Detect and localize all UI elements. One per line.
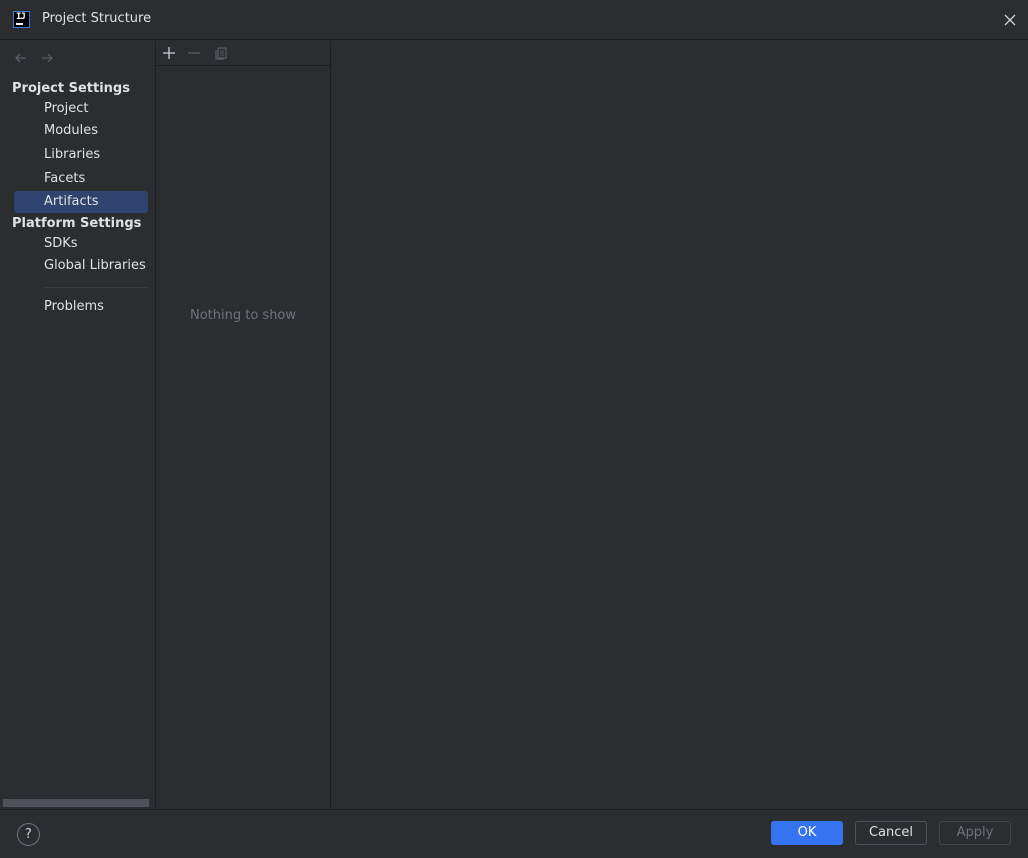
help-button[interactable]: ? [17,823,40,846]
ok-button[interactable]: OK [771,821,843,845]
close-button[interactable] [998,8,1022,32]
copy-icon [215,47,227,60]
title-bar: IJ Project Structure [0,0,1028,40]
window-title: Project Structure [42,11,152,26]
sidebar-divider [44,287,148,288]
sidebar-item-global-libraries[interactable]: Global Libraries [14,255,148,277]
apply-button[interactable]: Apply [939,821,1011,845]
sidebar-item-libraries[interactable]: Libraries [14,144,148,166]
sidebar-item-sdks[interactable]: SDKs [14,233,148,255]
platform-settings-header: Platform Settings [12,216,142,231]
logo-bar [16,23,23,25]
details-pane [331,41,1028,809]
sidebar-item-artifacts[interactable]: Artifacts [14,191,148,213]
close-icon [1004,14,1016,26]
artifacts-list-pane: Nothing to show [156,41,331,809]
sidebar-item-project[interactable]: Project [14,98,148,120]
remove-icon [188,52,200,54]
logo-text: IJ [16,12,26,22]
cancel-button[interactable]: Cancel [855,821,927,845]
sidebar-item-modules[interactable]: Modules [14,120,148,142]
sidebar-item-facets[interactable]: Facets [14,168,148,190]
history-navigation [12,49,56,69]
add-button[interactable] [159,44,179,62]
remove-button[interactable] [184,44,204,62]
dialog-footer: ? OK Cancel Apply [0,809,1028,858]
add-icon [163,47,175,59]
project-settings-header: Project Settings [12,81,130,96]
empty-state-text: Nothing to show [189,308,297,323]
arrow-right-icon [42,53,53,63]
copy-button[interactable] [211,44,231,62]
artifacts-toolbar [156,41,330,66]
intellij-logo-icon: IJ [13,11,30,28]
forward-button[interactable] [38,49,56,67]
sidebar-item-problems[interactable]: Problems [14,296,148,318]
sidebar: Project Settings Project Modules Librari… [0,41,156,809]
horizontal-scrollbar[interactable] [3,799,149,807]
back-button[interactable] [12,49,30,67]
arrow-left-icon [15,53,26,63]
